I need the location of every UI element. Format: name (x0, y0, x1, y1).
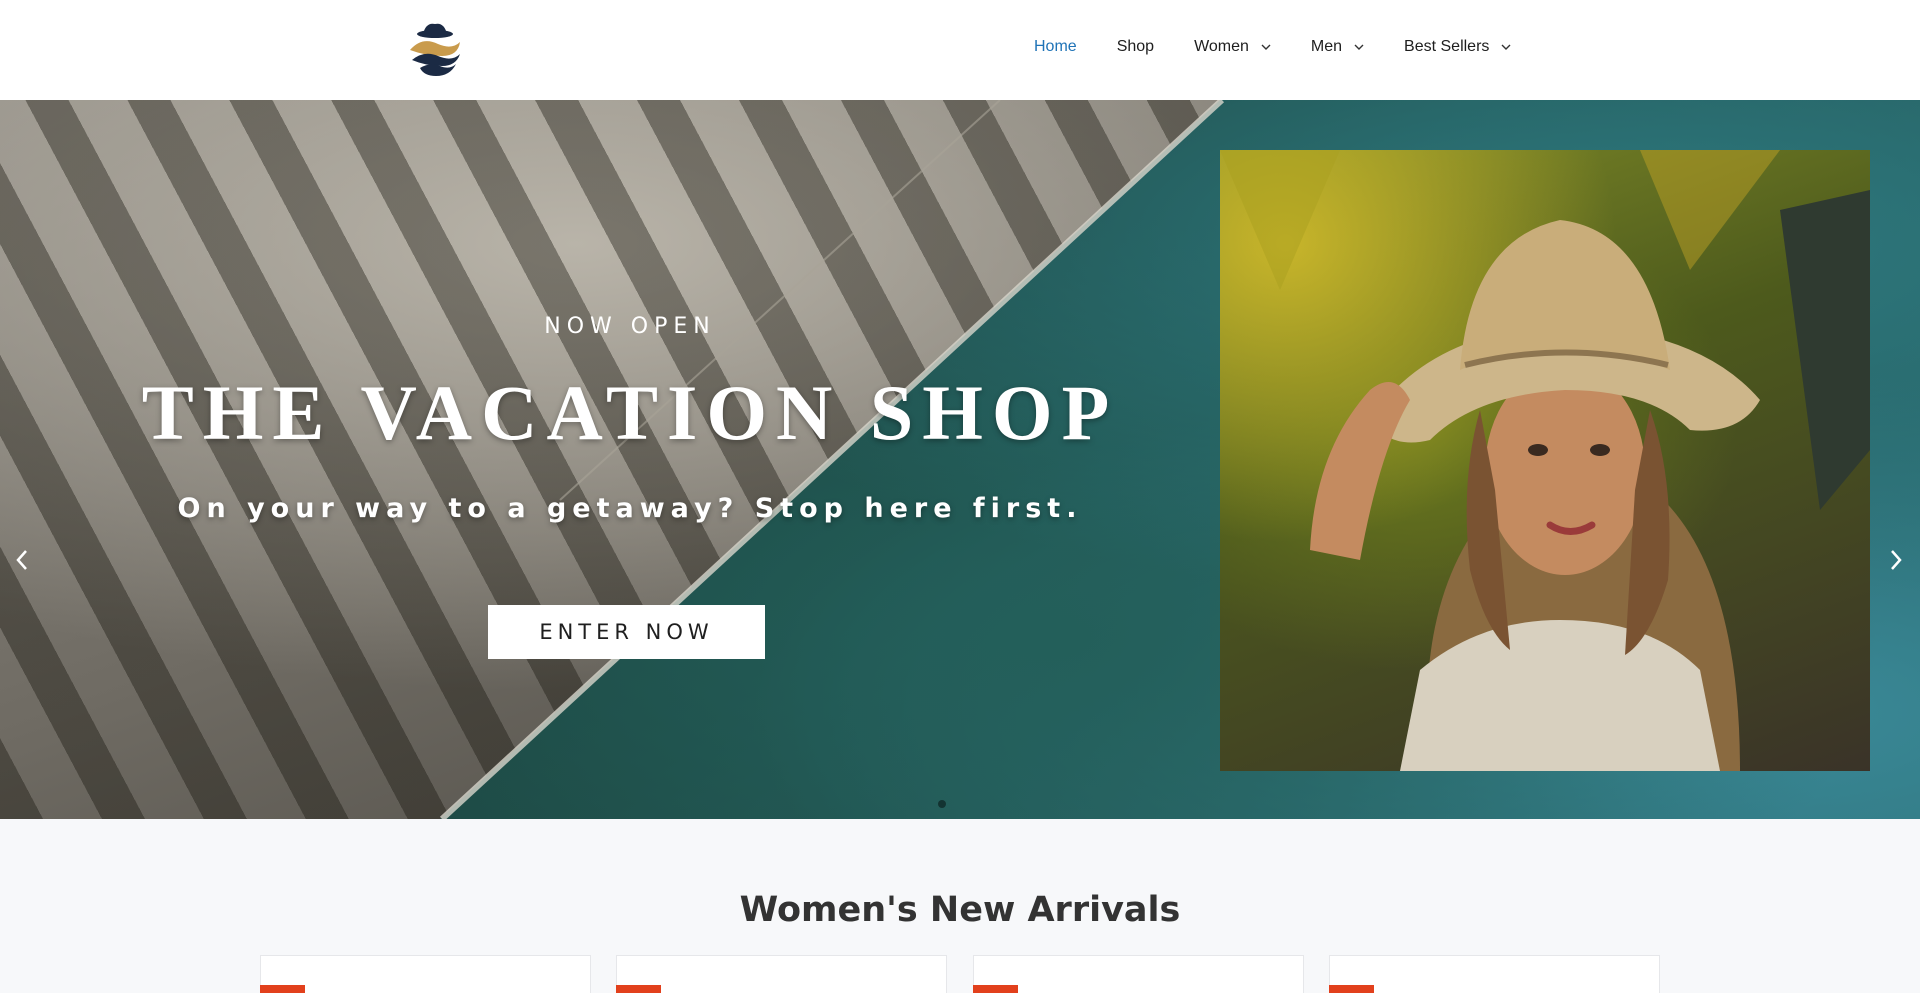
nav-home[interactable]: Home (1034, 38, 1077, 56)
model-in-straw-hat-image (1220, 150, 1870, 771)
slider-next-button[interactable] (1882, 542, 1910, 578)
nav-best-sellers-label: Best Sellers (1404, 38, 1490, 55)
hero-slider: NOW OPEN THE VACATION SHOP On your way t… (0, 100, 1920, 819)
slider-prev-button[interactable] (8, 542, 36, 578)
hero-text-block: NOW OPEN THE VACATION SHOP On your way t… (0, 100, 1260, 819)
hero-headline: THE VACATION SHOP (141, 369, 1119, 456)
site-logo[interactable] (402, 22, 468, 78)
chevron-down-icon (1354, 44, 1364, 50)
product-card[interactable] (616, 955, 947, 993)
chevron-down-icon (1501, 44, 1511, 50)
hero-subline: On your way to a getaway? Stop here firs… (177, 493, 1083, 524)
site-header: Home Shop Women Men Best Sellers (0, 0, 1920, 100)
chevron-down-icon (1261, 44, 1271, 50)
hero-model-photo (1220, 150, 1870, 771)
sale-badge (973, 985, 1018, 993)
nav-shop-label: Shop (1116, 38, 1155, 55)
chevron-left-icon (16, 550, 27, 570)
nav-shop[interactable]: Shop (1117, 38, 1154, 56)
main-nav: Home Shop Women Men Best Sellers (1034, 38, 1551, 56)
sale-badge (1329, 985, 1374, 993)
sale-badge (616, 985, 661, 993)
chevron-right-icon (1891, 550, 1902, 570)
hat-wave-logo-icon (410, 23, 460, 76)
nav-home-label: Home (1034, 38, 1077, 55)
enter-now-button[interactable]: ENTER NOW (488, 605, 765, 659)
nav-best-sellers[interactable]: Best Sellers (1404, 38, 1511, 56)
nav-women[interactable]: Women (1194, 38, 1271, 56)
section-title: Women's New Arrivals (739, 890, 1181, 930)
nav-men[interactable]: Men (1311, 38, 1364, 56)
product-card[interactable] (973, 955, 1304, 993)
sale-badge (260, 985, 305, 993)
hero-eyebrow: NOW OPEN (544, 314, 716, 339)
nav-men-label: Men (1310, 38, 1343, 55)
product-card[interactable] (1329, 955, 1660, 993)
slider-dot[interactable] (938, 800, 946, 808)
nav-women-label: Women (1194, 38, 1249, 55)
product-card[interactable] (260, 955, 591, 993)
